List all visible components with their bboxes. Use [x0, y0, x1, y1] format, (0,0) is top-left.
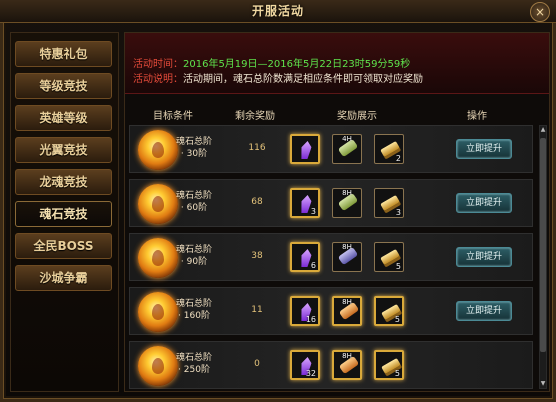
- list-scrollbar[interactable]: ▲ ▼: [539, 125, 547, 389]
- table-row: 魂石总阶 · 60阶 68 3 8H 3 立即提升: [129, 179, 533, 227]
- soul-stone-emblem-icon: [138, 184, 178, 224]
- scroll-up-icon[interactable]: ▲: [540, 126, 546, 134]
- reward-slot[interactable]: 8H: [332, 242, 362, 272]
- reward-slot[interactable]: 8H: [332, 296, 362, 326]
- reward-qty: 32: [305, 369, 316, 378]
- soul-stone-emblem-icon: [138, 130, 178, 170]
- activity-desc-label: 活动说明：: [133, 74, 183, 85]
- header-remaining: 剩余奖励: [235, 111, 275, 122]
- reward-tag: 8H: [342, 189, 352, 197]
- target-condition: 魂石总阶 · 250阶: [176, 352, 212, 376]
- table-header: 目标条件 剩余奖励 奖励展示 操作: [125, 107, 549, 123]
- reward-slot[interactable]: [290, 134, 320, 164]
- sidebar-item-special-pack[interactable]: 特惠礼包: [15, 41, 112, 67]
- reward-slot[interactable]: 5: [374, 350, 404, 380]
- target-condition: 魂石总阶 · 60阶: [176, 190, 212, 214]
- soul-stone-emblem-icon: [138, 238, 178, 278]
- reward-tag: 8H: [342, 298, 352, 306]
- reward-slot[interactable]: 8H: [332, 188, 362, 218]
- sidebar-item-soul-stone-race[interactable]: 魂石竞技: [15, 201, 112, 227]
- reward-slot[interactable]: 5: [374, 296, 404, 326]
- upgrade-now-button[interactable]: 立即提升: [456, 301, 512, 321]
- reward-slot[interactable]: 8H: [332, 350, 362, 380]
- target-condition: 魂石总阶 · 160阶: [176, 298, 212, 322]
- remaining-count: 11: [251, 305, 263, 315]
- activity-info: 活动时间：2016年5月19日—2016年5月22日23时59分59秒 活动说明…: [125, 33, 549, 94]
- target-name: 魂石总阶: [176, 245, 213, 255]
- title-bar: 开服活动 ×: [0, 0, 556, 23]
- reward-tag: 8H: [342, 243, 352, 251]
- activity-time-value: 2016年5月19日—2016年5月22日23时59分59秒: [183, 59, 411, 70]
- scroll-thumb[interactable]: [540, 138, 546, 352]
- reward-qty: 3: [395, 208, 401, 217]
- reward-qty: 16: [305, 315, 316, 324]
- soul-stone-emblem-icon: [138, 346, 178, 386]
- remaining-count: 68: [251, 197, 263, 207]
- target-level: · 160阶: [178, 311, 210, 321]
- upgrade-now-button[interactable]: 立即提升: [456, 247, 512, 267]
- header-rewards: 奖励展示: [337, 111, 377, 122]
- reward-slot[interactable]: 3: [290, 188, 320, 218]
- reward-slot[interactable]: 3: [374, 188, 404, 218]
- activity-time: 活动时间：2016年5月19日—2016年5月22日23时59分59秒: [133, 55, 410, 70]
- target-name: 魂石总阶: [176, 299, 213, 309]
- table-row: 魂石总阶 · 250阶 0 32 8H 5: [129, 341, 533, 389]
- sidebar-item-dragon-soul-race[interactable]: 龙魂竞技: [15, 169, 112, 195]
- reward-qty: 6: [310, 261, 316, 270]
- sidebar-item-wing-race[interactable]: 光翼竞技: [15, 137, 112, 163]
- table-row: 魂石总阶 · 160阶 11 16 8H 5 立即提升: [129, 287, 533, 335]
- reward-qty: 5: [395, 262, 401, 271]
- target-level: · 60阶: [180, 203, 208, 213]
- upgrade-now-button[interactable]: 立即提升: [456, 139, 512, 159]
- remaining-count: 116: [248, 143, 266, 153]
- window-title: 开服活动: [251, 4, 304, 18]
- remaining-count: 0: [254, 359, 260, 369]
- reward-qty: 3: [310, 207, 316, 216]
- reward-slot[interactable]: 16: [290, 296, 320, 326]
- soul-stone-emblem-icon: [138, 292, 178, 332]
- reward-slot[interactable]: 5: [374, 242, 404, 272]
- reward-tag: 8H: [342, 352, 352, 360]
- target-name: 魂石总阶: [176, 137, 213, 147]
- table-row: 魂石总阶 · 30阶 116 4H 2 立即提升: [129, 125, 533, 173]
- reward-qty: 5: [394, 369, 400, 378]
- sidebar-item-hero-level[interactable]: 英雄等级: [15, 105, 112, 131]
- target-level: · 30阶: [180, 149, 208, 159]
- close-button[interactable]: ×: [530, 2, 550, 22]
- sidebar-item-all-boss[interactable]: 全民BOSS: [15, 233, 112, 259]
- upgrade-now-button[interactable]: 立即提升: [456, 193, 512, 213]
- header-target: 目标条件: [153, 111, 193, 122]
- header-operation: 操作: [467, 111, 487, 122]
- target-level: · 250阶: [178, 365, 210, 375]
- reward-qty: 5: [394, 315, 400, 324]
- sidebar-item-level-race[interactable]: 等级竞技: [15, 73, 112, 99]
- soul-crystal-icon: [299, 141, 312, 159]
- sidebar-item-sand-city[interactable]: 沙城争霸: [15, 265, 112, 291]
- reward-slot[interactable]: 32: [290, 350, 320, 380]
- reward-slot[interactable]: 6: [290, 242, 320, 272]
- remaining-count: 38: [251, 251, 263, 261]
- reward-list: 魂石总阶 · 30阶 116 4H 2 立即提升 魂石总阶 · 60阶 68 3…: [129, 125, 537, 389]
- reward-slot[interactable]: 2: [374, 134, 404, 164]
- target-name: 魂石总阶: [176, 191, 213, 201]
- reward-qty: 2: [395, 154, 401, 163]
- target-name: 魂石总阶: [176, 353, 213, 363]
- sidebar: 特惠礼包 等级竞技 英雄等级 光翼竞技 龙魂竞技 魂石竞技 全民BOSS 沙城争…: [10, 32, 119, 392]
- reward-tag: 4H: [342, 135, 352, 143]
- table-row: 魂石总阶 · 90阶 38 6 8H 5 立即提升: [129, 233, 533, 281]
- target-level: · 90阶: [180, 257, 208, 267]
- target-condition: 魂石总阶 · 30阶: [176, 136, 212, 160]
- scroll-down-icon[interactable]: ▼: [540, 380, 546, 388]
- main-panel: 活动时间：2016年5月19日—2016年5月22日23时59分59秒 活动说明…: [124, 32, 550, 392]
- activity-time-label: 活动时间：: [133, 59, 183, 70]
- activity-description: 活动说明：活动期间，魂石总阶数满足相应条件即可领取对应奖励: [133, 70, 423, 85]
- reward-slot[interactable]: 4H: [332, 134, 362, 164]
- target-condition: 魂石总阶 · 90阶: [176, 244, 212, 268]
- activity-desc-value: 活动期间，魂石总阶数满足相应条件即可领取对应奖励: [183, 74, 423, 85]
